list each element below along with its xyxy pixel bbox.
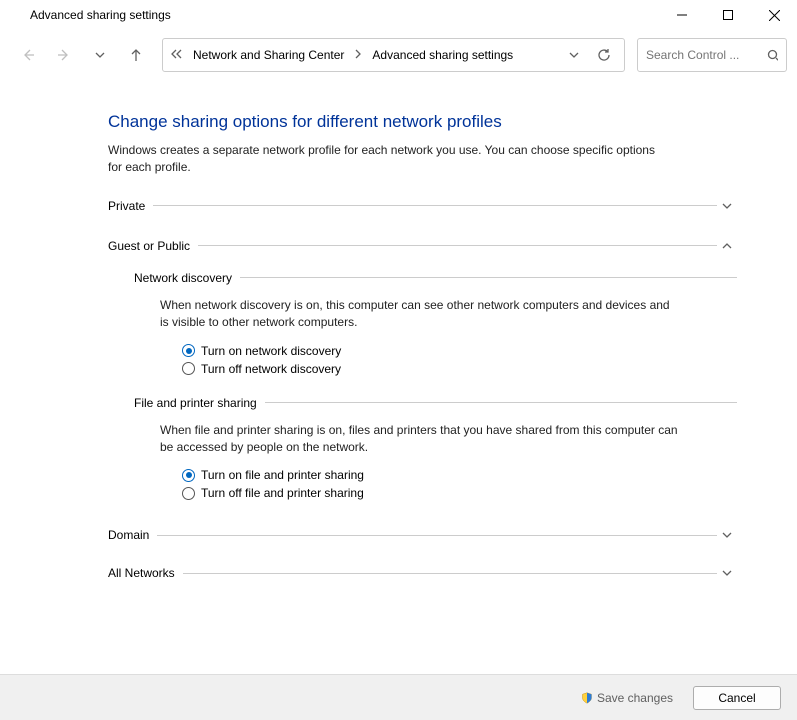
section-private-label: Private — [108, 199, 153, 213]
section-all-networks[interactable]: All Networks — [108, 562, 737, 584]
network-discovery-label: Network discovery — [134, 271, 240, 285]
minimize-button[interactable] — [659, 0, 705, 30]
breadcrumb-parent[interactable]: Network and Sharing Center — [189, 46, 348, 64]
file-printer-group: File and printer sharing When file and p… — [134, 396, 737, 503]
chevron-down-icon — [717, 530, 737, 540]
window-controls — [659, 0, 797, 30]
shield-icon — [581, 692, 593, 704]
refresh-icon — [597, 48, 611, 62]
radio-nd-on[interactable]: Turn on network discovery — [182, 342, 737, 360]
history-back-icon[interactable] — [171, 48, 183, 62]
content-pane: Change sharing options for different net… — [0, 80, 797, 674]
recent-dropdown[interactable] — [84, 39, 116, 71]
radio-fp-off[interactable]: Turn off file and printer sharing — [182, 484, 737, 502]
page-description: Windows creates a separate network profi… — [108, 142, 668, 177]
footer: Save changes Cancel — [0, 674, 797, 720]
section-all-networks-label: All Networks — [108, 566, 183, 580]
section-guest-public[interactable]: Guest or Public — [108, 235, 737, 257]
file-printer-label: File and printer sharing — [134, 396, 265, 410]
search-input[interactable] — [646, 48, 761, 62]
chevron-down-icon — [717, 201, 737, 211]
maximize-button[interactable] — [705, 0, 751, 30]
breadcrumb-current[interactable]: Advanced sharing settings — [368, 46, 517, 64]
cancel-button[interactable]: Cancel — [693, 686, 781, 710]
network-discovery-header: Network discovery — [134, 271, 737, 285]
page-heading: Change sharing options for different net… — [108, 112, 737, 132]
maximize-icon — [723, 10, 733, 20]
file-printer-header: File and printer sharing — [134, 396, 737, 410]
arrow-left-icon — [20, 47, 36, 63]
cancel-label: Cancel — [718, 691, 755, 705]
radio-nd-off-label: Turn off network discovery — [201, 362, 341, 376]
window-title: Advanced sharing settings — [30, 8, 171, 22]
back-button[interactable] — [12, 39, 44, 71]
close-icon — [769, 10, 780, 21]
radio-nd-off[interactable]: Turn off network discovery — [182, 360, 737, 378]
close-button[interactable] — [751, 0, 797, 30]
arrow-right-icon — [56, 47, 72, 63]
save-changes-button[interactable]: Save changes — [571, 686, 683, 710]
radio-fp-on-label: Turn on file and printer sharing — [201, 468, 364, 482]
address-bar[interactable]: Network and Sharing Center Advanced shar… — [162, 38, 625, 72]
file-printer-desc: When file and printer sharing is on, fil… — [160, 422, 680, 457]
network-discovery-desc: When network discovery is on, this compu… — [160, 297, 680, 332]
radio-icon — [182, 362, 195, 375]
refresh-button[interactable] — [592, 48, 616, 62]
network-discovery-group: Network discovery When network discovery… — [134, 271, 737, 378]
up-button[interactable] — [120, 39, 152, 71]
chevron-down-icon — [95, 50, 105, 60]
section-domain-label: Domain — [108, 528, 157, 542]
radio-nd-on-label: Turn on network discovery — [201, 344, 341, 358]
nav-row: Network and Sharing Center Advanced shar… — [0, 30, 797, 80]
minimize-icon — [677, 10, 687, 20]
section-guest-label: Guest or Public — [108, 239, 198, 253]
arrow-up-icon — [128, 47, 144, 63]
chevron-down-icon — [717, 568, 737, 578]
titlebar: Advanced sharing settings — [0, 0, 797, 30]
search-box[interactable] — [637, 38, 787, 72]
radio-fp-on[interactable]: Turn on file and printer sharing — [182, 466, 737, 484]
radio-icon — [182, 469, 195, 482]
search-icon — [767, 49, 778, 62]
save-changes-label: Save changes — [597, 691, 673, 705]
radio-icon — [182, 487, 195, 500]
forward-button[interactable] — [48, 39, 80, 71]
chevron-right-icon — [354, 48, 362, 62]
chevron-up-icon — [717, 241, 737, 251]
radio-icon — [182, 344, 195, 357]
address-dropdown[interactable] — [562, 50, 586, 60]
radio-fp-off-label: Turn off file and printer sharing — [201, 486, 364, 500]
chevron-down-icon — [569, 50, 579, 60]
section-domain[interactable]: Domain — [108, 524, 737, 546]
section-private[interactable]: Private — [108, 195, 737, 217]
